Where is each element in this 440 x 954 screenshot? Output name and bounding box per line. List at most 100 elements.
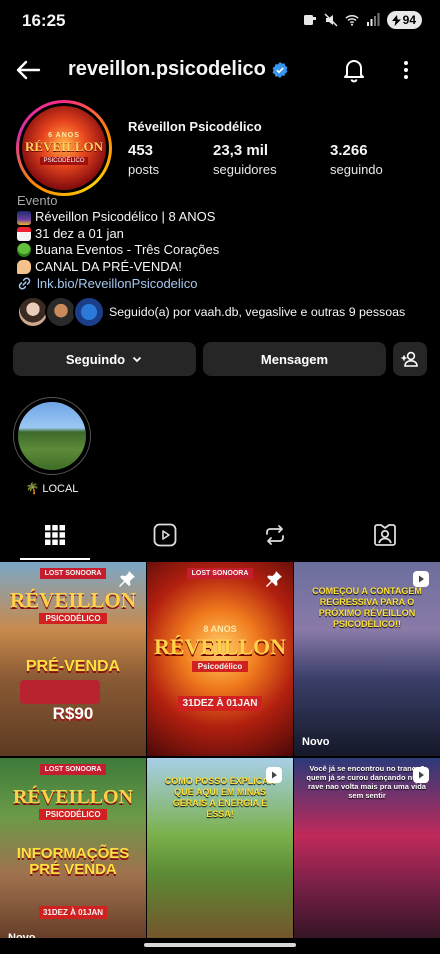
bio-line-text: 31 dez a 01 jan — [35, 225, 124, 241]
status-bar: 16:25 94 — [0, 0, 440, 42]
post-thumbnail[interactable]: COMO POSSO EXPLICAR QUE AQUI EM MINAS GE… — [147, 758, 293, 952]
highlight-label: 🌴 LOCAL — [25, 483, 79, 495]
post-body: INFORMAÇÕES PRÉ VENDA — [16, 845, 130, 878]
link-text: lnk.bio/ReveillonPsicodelico — [37, 276, 198, 291]
post-title: RÉVEILLON — [9, 588, 137, 612]
post-thumbnail[interactable]: LOST SONOORA RÉVEILLON PSICODÉLICO PRÉ-V… — [0, 562, 146, 756]
reels-icon — [153, 523, 177, 547]
username-title: reveillon.psicodelico — [68, 58, 288, 81]
battery-indicator: 94 — [386, 11, 422, 29]
profile-bio: Evento Réveillon Psicodélico | 8 ANOS 31… — [17, 193, 219, 275]
followers-value: 23,3 mil — [213, 142, 269, 159]
tab-reposts[interactable] — [220, 510, 330, 560]
bio-line-text: Buana Eventos - Três Corações — [35, 242, 220, 258]
calendar-emoji-icon — [17, 227, 31, 242]
following-label: seguindo — [330, 162, 383, 177]
verified-badge-icon — [272, 61, 288, 78]
posts-label: posts — [128, 162, 160, 177]
bio-line-text: Réveillon Psicodélico | 8 ANOS — [35, 209, 216, 225]
post-top-label: LOST SONOORA — [39, 764, 107, 775]
post-subtitle: PSICODÉLICO — [39, 613, 107, 624]
reel-icon — [413, 767, 429, 783]
bolt-icon — [391, 14, 401, 26]
repost-icon — [266, 525, 284, 545]
reel-icon — [413, 571, 429, 587]
story-highlight[interactable]: 🌴 LOCAL — [12, 397, 92, 495]
post-subtitle: Psicodélico — [191, 661, 249, 672]
reel-icon — [266, 767, 282, 783]
notification-icon — [303, 15, 316, 25]
status-icons: 94 — [303, 11, 422, 29]
following-button[interactable]: Seguindo — [13, 342, 196, 376]
post-thumbnail[interactable]: Você já se encontrou no trance? quem já … — [294, 758, 440, 952]
followers-count[interactable]: 23,3 mil seguidores — [213, 142, 277, 177]
followed-by[interactable]: Seguido(a) por vaah.db, vegaslive e outr… — [17, 296, 427, 330]
bio-line: Réveillon Psicodélico | 8 ANOS — [17, 209, 219, 225]
post-title: RÉVEILLON — [12, 786, 134, 808]
following-value: 3.266 — [330, 142, 368, 159]
status-time: 16:25 — [22, 11, 66, 30]
profile-category: Evento — [17, 193, 58, 208]
profile-header: reveillon.psicodelico — [0, 48, 440, 92]
username-text: reveillon.psicodelico — [68, 58, 266, 80]
avatar-text-3: PSICODÉLICO — [40, 156, 88, 165]
bio-line: 31 dez a 01 jan — [17, 226, 219, 242]
wifi-icon — [345, 15, 359, 26]
notification-bell-icon[interactable] — [340, 56, 368, 84]
post-subtitle: PSICODÉLICO — [39, 809, 107, 820]
pinned-icon — [266, 571, 282, 587]
bio-line: Buana Eventos - Três Corações — [17, 242, 219, 258]
broccoli-emoji-icon — [17, 243, 31, 258]
post-top-label: LOST SONOORA — [186, 568, 254, 579]
follower-avatar — [73, 296, 105, 328]
post-body: 8 ANOS — [203, 624, 237, 634]
link-icon — [18, 277, 31, 290]
pinned-icon — [119, 571, 135, 587]
add-person-icon — [401, 351, 418, 367]
posts-count[interactable]: 453 posts — [128, 142, 159, 177]
bio-line-text: CANAL DA PRÉ-VENDA! — [35, 258, 182, 274]
following-button-label: Seguindo — [65, 351, 126, 367]
profile-link[interactable]: lnk.bio/ReveillonPsicodelico — [17, 276, 197, 291]
battery-level: 94 — [402, 13, 416, 27]
post-date: 31DEZ À 01JAN — [178, 696, 262, 711]
profile-full-name: Réveillon Psicodélico — [128, 119, 262, 134]
profile-avatar[interactable]: 6 ANOS RÉVEILLON PSICODÉLICO — [16, 100, 112, 196]
profile-tabs — [0, 510, 440, 560]
following-count[interactable]: 3.266 seguindo — [330, 142, 383, 177]
post-body: PRÉ-VENDA — [25, 658, 121, 675]
pointing-finger-emoji-icon — [17, 259, 31, 274]
avatar-text-2: RÉVEILLON — [24, 138, 104, 154]
tab-reels[interactable] — [110, 510, 220, 560]
post-thumbnail[interactable]: LOST SONOORA 8 ANOS RÉVEILLON Psicodélic… — [147, 562, 293, 756]
signal-icon — [366, 13, 380, 26]
tagged-person-icon — [374, 524, 396, 546]
grid-icon — [45, 525, 65, 545]
suggest-people-button[interactable] — [393, 342, 427, 376]
message-button[interactable]: Mensagem — [203, 342, 386, 376]
tab-grid[interactable] — [0, 510, 110, 560]
home-indicator[interactable] — [144, 943, 296, 947]
post-thumbnail[interactable]: COMEÇOU A CONTAGEM REGRESSIVA PARA O PRÓ… — [294, 562, 440, 756]
post-caption: COMEÇOU A CONTAGEM REGRESSIVA PARA O PRÓ… — [312, 586, 422, 629]
highlight-cover — [13, 397, 91, 475]
post-date: 31DEZ À 01JAN — [38, 906, 108, 919]
back-arrow-icon[interactable] — [12, 54, 44, 86]
mute-icon — [324, 13, 338, 27]
post-thumbnail[interactable]: LOST SONOORA RÉVEILLON PSICODÉLICO INFOR… — [0, 758, 146, 952]
more-options-icon[interactable] — [396, 56, 416, 84]
system-nav-bar — [0, 938, 440, 954]
avatar-text-1: 6 ANOS — [48, 131, 80, 139]
posts-value: 453 — [128, 142, 154, 159]
new-badge: Novo — [302, 736, 330, 748]
post-top-label: LOST SONOORA — [39, 568, 107, 579]
post-title: RÉVEILLON — [153, 634, 287, 659]
tab-tagged[interactable] — [330, 510, 440, 560]
avatar-image: 6 ANOS RÉVEILLON PSICODÉLICO — [22, 106, 106, 190]
bio-line: CANAL DA PRÉ-VENDA! — [17, 259, 219, 275]
followers-label: seguidores — [213, 162, 277, 177]
message-button-label: Mensagem — [260, 351, 329, 367]
post-price: R$90 — [52, 704, 94, 723]
followed-by-text: Seguido(a) por vaah.db, vegaslive e outr… — [109, 305, 406, 319]
chevron-down-icon — [132, 356, 142, 363]
